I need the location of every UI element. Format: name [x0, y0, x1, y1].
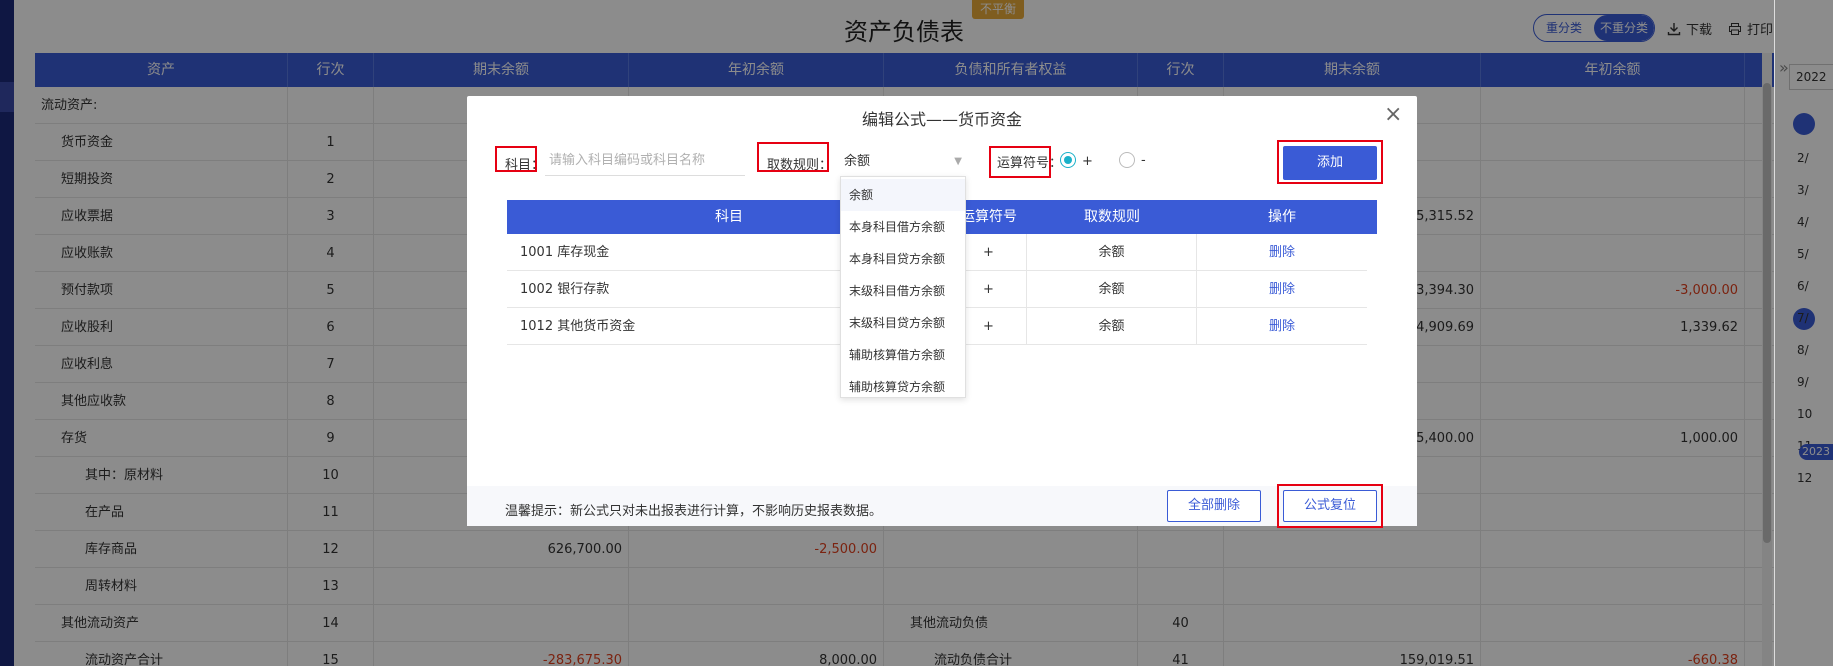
rule-option[interactable]: 辅助核算借方余额	[841, 339, 965, 371]
close-icon[interactable]: ×	[1384, 102, 1402, 127]
col-rule: 取数规则	[1084, 209, 1140, 225]
operator-minus-radio[interactable]	[1119, 152, 1135, 168]
rule-option[interactable]: 余额	[841, 179, 965, 211]
period-panel: » 2022 2/3/4/5/6/7/8/9/101112 2023	[1774, 0, 1833, 666]
edit-formula-dialog: 编辑公式——货币资金 × 科目： 请输入科目编码或科目名称 取数规则： 余额 ▼…	[467, 96, 1417, 528]
highlight-subject-label	[495, 146, 537, 172]
panel-backdrop	[1775, 0, 1833, 666]
formula-rule: 余额	[1027, 234, 1197, 270]
highlight-reset-button	[1277, 484, 1383, 528]
rule-dropdown: 余额 本身科目借方余额 本身科目贷方余额 末级科目借方余额 末级科目贷方余额 辅助核算借方…	[840, 176, 966, 398]
rule-option[interactable]: 末级科目借方余额	[841, 275, 965, 307]
operator-minus-label: -	[1141, 153, 1146, 168]
rule-option[interactable]: 辅助核算贷方余额	[841, 371, 965, 403]
rule-option[interactable]: 本身科目借方余额	[841, 211, 965, 243]
caret-down-icon: ▼	[954, 156, 962, 167]
rule-select-value: 余额	[844, 154, 871, 169]
rule-select[interactable]: 余额 ▼	[840, 148, 966, 176]
rule-option[interactable]: 末级科目贷方余额	[841, 307, 965, 339]
highlight-add-button	[1277, 140, 1383, 184]
delete-link[interactable]: 删除	[1197, 234, 1367, 270]
dialog-title: 编辑公式——货币资金	[861, 110, 1022, 129]
highlight-rule-label	[757, 142, 829, 172]
dialog-tip: 温馨提示：新公式只对未出报表进行计算，不影响历史报表数据。	[505, 504, 883, 519]
operator-plus-label: +	[1082, 154, 1093, 169]
formula-rule: 余额	[1027, 308, 1197, 344]
delete-link[interactable]: 删除	[1197, 271, 1367, 307]
formula-rule: 余额	[1027, 271, 1197, 307]
highlight-operator-label	[989, 146, 1051, 178]
subject-input[interactable]: 请输入科目编码或科目名称	[545, 146, 745, 176]
rule-option[interactable]: 本身科目贷方余额	[841, 243, 965, 275]
operator-plus-radio[interactable]	[1060, 152, 1076, 168]
delete-link[interactable]: 删除	[1197, 308, 1367, 344]
col-action: 操作	[1268, 209, 1296, 225]
delete-all-button[interactable]: 全部删除	[1167, 490, 1261, 522]
